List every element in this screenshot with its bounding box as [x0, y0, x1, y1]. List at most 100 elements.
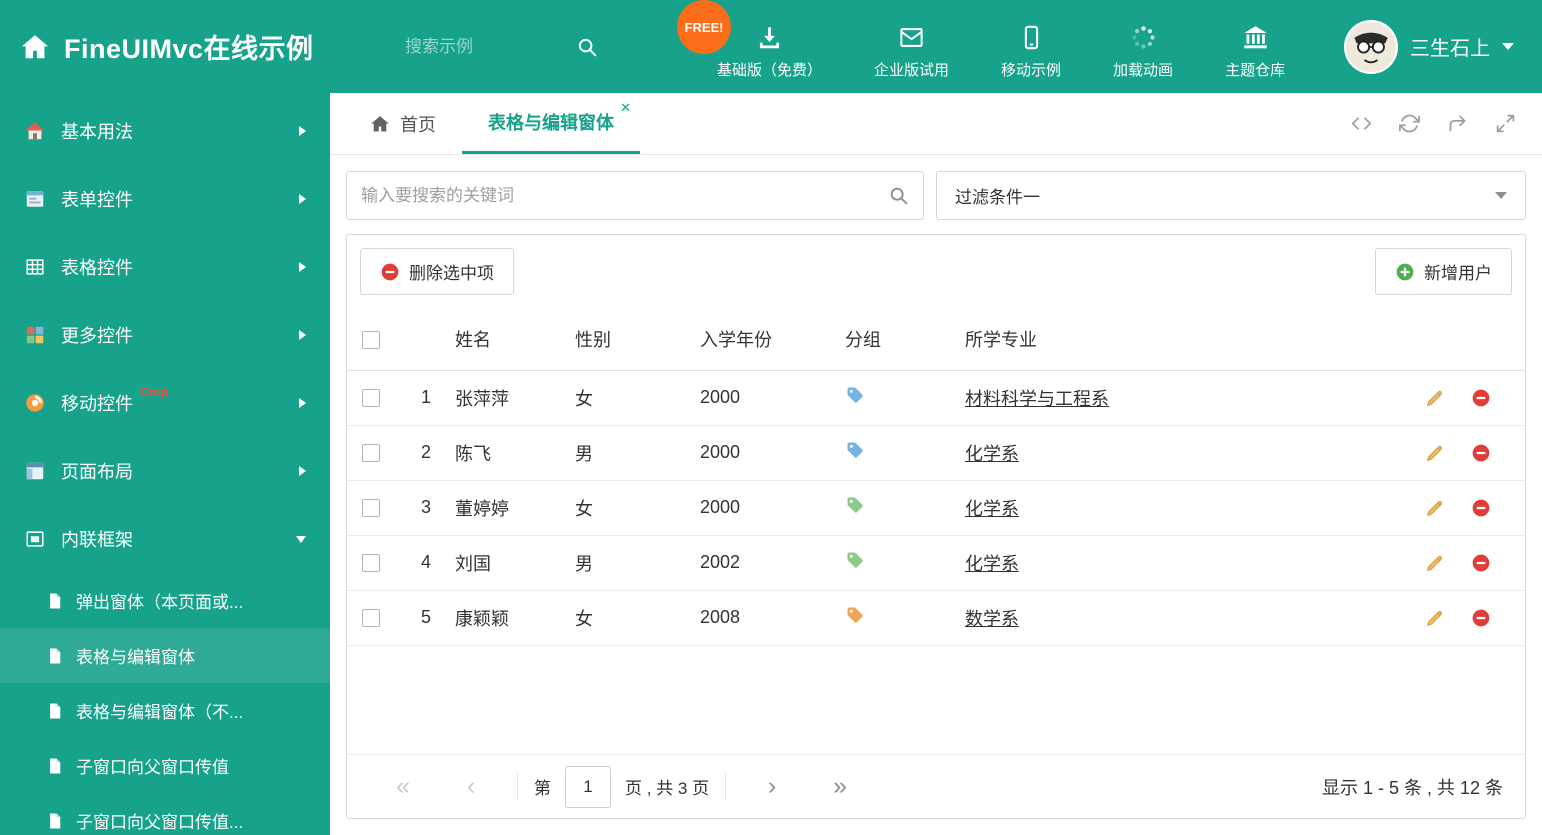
pagination-bar: « ‹ 第 页 , 共 3 页 › » 显示 1 - 5 条 , 共 12 条	[347, 754, 1525, 818]
sidebar-item[interactable]: 更多控件	[0, 301, 330, 369]
edit-icon[interactable]	[1425, 498, 1445, 518]
chevron-right-icon	[299, 466, 306, 476]
sidebar-subitem[interactable]: 子窗口向父窗口传值	[0, 738, 330, 793]
row-checkbox[interactable]	[362, 554, 380, 573]
sidebar-subitem[interactable]: 表格与编辑窗体（不...	[0, 683, 330, 738]
plus-circle-icon	[1395, 262, 1415, 282]
delete-icon[interactable]	[1471, 443, 1491, 463]
close-icon[interactable]: ✕	[620, 100, 631, 116]
edit-icon[interactable]	[1425, 388, 1445, 408]
delete-icon[interactable]	[1471, 498, 1491, 518]
add-user-button[interactable]: 新增用户	[1375, 248, 1512, 295]
sidebar-item[interactable]: 表格控件	[0, 233, 330, 301]
table-header-row: 姓名 性别 入学年份 分组 所学专业	[347, 308, 1525, 371]
corp-badge: Corp	[140, 385, 168, 399]
cell-gender: 女	[575, 480, 700, 536]
tag-icon	[845, 550, 865, 570]
filter-dropdown[interactable]: 过滤条件一	[936, 171, 1526, 220]
keyword-search-input[interactable]	[361, 185, 888, 206]
row-checkbox[interactable]	[362, 609, 380, 628]
avatar[interactable]	[1344, 19, 1398, 74]
main-content: 首页 表格与编辑窗体 ✕ 过滤条件一	[330, 93, 1542, 835]
major-link[interactable]: 数学系	[965, 609, 1019, 629]
last-page-button[interactable]: »	[806, 772, 874, 801]
top-nav-bank[interactable]: 主题仓库	[1199, 0, 1311, 93]
brand[interactable]: FineUIMvc在线示例	[20, 27, 405, 66]
sidebar: 基本用法表单控件表格控件更多控件移动控件 Corp 页面布局 内联框架弹出窗体（本页面…	[0, 93, 330, 835]
grid-panel: 删除选中项 新增用户 姓名 性别 入学年份 分组 所学专业 1 张萍萍 女 20…	[346, 234, 1526, 819]
select-all-checkbox[interactable]	[362, 330, 380, 349]
top-nav-mobile[interactable]: 移动示例	[975, 0, 1087, 93]
prev-page-button[interactable]: ‹	[437, 772, 505, 801]
sidebar-item-label: 移动控件	[61, 394, 133, 414]
sidebar-subitem-label: 弹出窗体（本页面或...	[76, 593, 244, 612]
sidebar-subitem-label: 子窗口向父窗口传值...	[76, 813, 244, 832]
app-window: FineUIMvc在线示例 FREE! 基础版（免费） 企业版试用 移动示例 加载动画 主…	[0, 0, 1542, 835]
user-menu[interactable]: 三生石上	[1344, 19, 1542, 74]
major-link[interactable]: 化学系	[965, 554, 1019, 574]
top-search	[405, 36, 635, 58]
row-checkbox[interactable]	[362, 389, 380, 408]
share-icon[interactable]	[1447, 113, 1468, 134]
delete-icon[interactable]	[1471, 553, 1491, 573]
delete-icon[interactable]	[1471, 388, 1491, 408]
edit-icon[interactable]	[1425, 553, 1445, 573]
home-nav-icon	[24, 120, 46, 142]
sidebar-subitem[interactable]: 表格与编辑窗体	[0, 628, 330, 683]
tab-actions	[1351, 93, 1542, 154]
minus-circle-icon	[380, 262, 400, 282]
cell-name: 张萍萍	[455, 370, 575, 426]
free-badge: FREE!	[677, 0, 731, 54]
keyword-search	[346, 171, 924, 220]
file-icon	[46, 702, 64, 720]
sidebar-item-label: 基本用法	[61, 122, 133, 142]
next-page-button[interactable]: ›	[738, 772, 806, 801]
tab-home[interactable]: 首页	[344, 93, 462, 154]
index-column-header	[397, 308, 455, 371]
sidebar-item[interactable]: 页面布局	[0, 437, 330, 505]
cell-gender: 男	[575, 425, 700, 481]
sidebar-item[interactable]: 移动控件 Corp	[0, 369, 330, 437]
sidebar-item[interactable]: 基本用法	[0, 97, 330, 165]
year-column-header: 入学年份	[700, 308, 845, 371]
tag-icon	[845, 385, 865, 405]
top-nav-download[interactable]: FREE! 基础版（免费）	[677, 0, 848, 93]
tab-table-edit-window[interactable]: 表格与编辑窗体 ✕	[462, 93, 640, 154]
table-row: 4 刘国男 2002 化学系	[347, 535, 1525, 591]
cell-year: 2000	[700, 480, 845, 536]
edit-icon[interactable]	[1425, 443, 1445, 463]
top-search-input[interactable]	[405, 36, 570, 57]
cell-year: 2000	[700, 425, 845, 481]
major-link[interactable]: 化学系	[965, 444, 1019, 464]
search-icon[interactable]	[576, 36, 598, 58]
sidebar-subitem[interactable]: 弹出窗体（本页面或...	[0, 573, 330, 628]
sidebar-item[interactable]: 内联框架	[0, 505, 330, 573]
tab-label: 表格与编辑窗体	[488, 113, 614, 133]
sidebar-item[interactable]: 表单控件	[0, 165, 330, 233]
major-link[interactable]: 化学系	[965, 499, 1019, 519]
search-icon[interactable]	[888, 185, 909, 206]
edit-icon[interactable]	[1425, 608, 1445, 628]
top-nav-label: 移动示例	[1001, 62, 1062, 79]
code-icon[interactable]	[1351, 113, 1372, 134]
first-page-button[interactable]: «	[369, 772, 437, 801]
chevron-right-icon	[299, 262, 306, 272]
expand-icon[interactable]	[1495, 113, 1516, 134]
chevron-right-icon	[299, 126, 306, 136]
row-index: 5	[397, 590, 455, 646]
top-nav-envelope[interactable]: 企业版试用	[848, 0, 975, 93]
file-icon	[46, 592, 64, 610]
sidebar-item-label: 更多控件	[61, 326, 133, 346]
sidebar-subitem[interactable]: 子窗口向父窗口传值...	[0, 793, 330, 835]
refresh-icon[interactable]	[1399, 113, 1420, 134]
row-checkbox[interactable]	[362, 499, 380, 518]
major-link[interactable]: 材料科学与工程系	[965, 389, 1109, 409]
page-number-input[interactable]	[565, 765, 611, 808]
widgets-icon	[24, 324, 46, 346]
delete-selected-button[interactable]: 删除选中项	[360, 248, 514, 295]
row-checkbox[interactable]	[362, 444, 380, 463]
top-nav-spinner[interactable]: 加载动画	[1087, 0, 1199, 93]
home-icon	[370, 114, 390, 134]
delete-icon[interactable]	[1471, 608, 1491, 628]
sidebar-item-label: 表格控件	[61, 258, 133, 278]
